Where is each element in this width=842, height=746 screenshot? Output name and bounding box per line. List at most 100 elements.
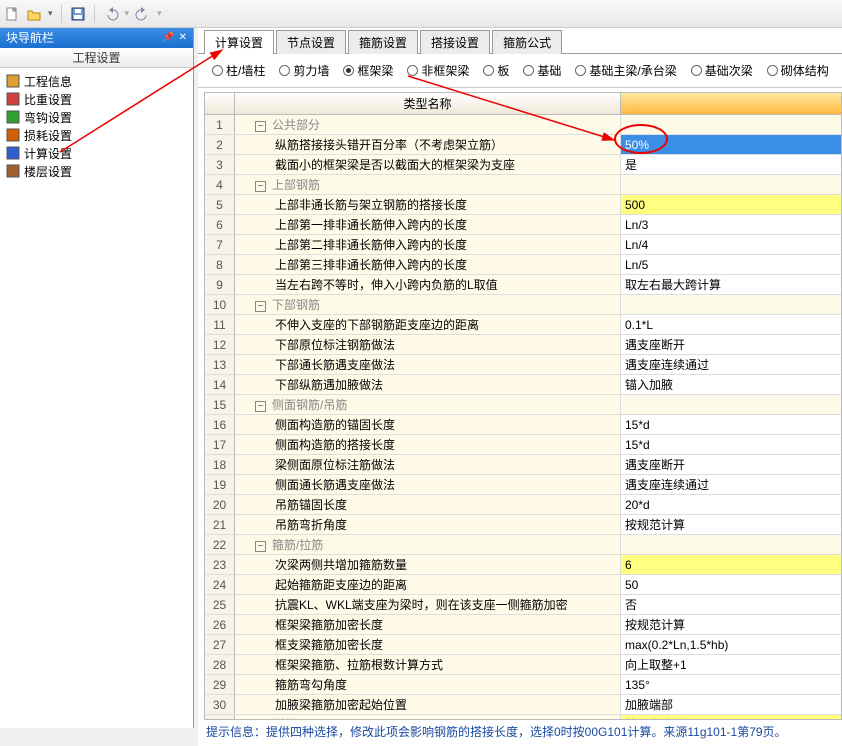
table-row[interactable]: 27框支梁箍筋加密长度max(0.2*Ln,1.5*hb) — [205, 635, 841, 655]
nav-item-calc[interactable]: 计算设置 — [6, 144, 187, 162]
tab-搭接设置[interactable]: 搭接设置 — [420, 30, 490, 54]
table-row[interactable]: 31拉筋配置按设定计算 — [205, 715, 841, 719]
row-number: 4 — [205, 175, 235, 194]
row-value[interactable] — [621, 295, 841, 314]
table-row[interactable]: 29箍筋弯勾角度135° — [205, 675, 841, 695]
radio-剪力墙[interactable]: 剪力墙 — [279, 62, 329, 79]
table-row[interactable]: 26框架梁箍筋加密长度按规范计算 — [205, 615, 841, 635]
table-row[interactable]: 15−侧面钢筋/吊筋 — [205, 395, 841, 415]
row-value[interactable]: 按规范计算 — [621, 615, 841, 634]
radio-板[interactable]: 板 — [483, 62, 509, 79]
row-value[interactable]: 6 — [621, 555, 841, 574]
row-value[interactable]: 20*d — [621, 495, 841, 514]
row-value[interactable] — [621, 535, 841, 554]
row-value[interactable]: 0.1*L — [621, 315, 841, 334]
row-number: 22 — [205, 535, 235, 554]
row-label: 上部非通长筋与架立钢筋的搭接长度 — [235, 195, 621, 214]
table-row[interactable]: 10−下部钢筋 — [205, 295, 841, 315]
row-value[interactable] — [621, 175, 841, 194]
table-row[interactable]: 20吊筋锚固长度20*d — [205, 495, 841, 515]
tab-计算设置[interactable]: 计算设置 — [204, 30, 274, 54]
radio-柱/墙柱[interactable]: 柱/墙柱 — [212, 62, 265, 79]
nav-item-proj[interactable]: 工程信息 — [6, 72, 187, 90]
row-value[interactable]: 遇支座断开 — [621, 335, 841, 354]
table-row[interactable]: 8上部第三排非通长筋伸入跨内的长度Ln/5 — [205, 255, 841, 275]
row-value[interactable]: Ln/4 — [621, 235, 841, 254]
pin-icon[interactable]: 📌 — [162, 28, 174, 48]
open-folder-icon[interactable] — [26, 6, 42, 22]
row-value[interactable]: 15*d — [621, 415, 841, 434]
row-value[interactable]: 否 — [621, 595, 841, 614]
panel-title: 块导航栏 — [6, 28, 54, 48]
tab-箍筋公式[interactable]: 箍筋公式 — [492, 30, 562, 54]
nav-item-loss[interactable]: 损耗设置 — [6, 126, 187, 144]
table-body[interactable]: 1−公共部分2纵筋搭接接头错开百分率（不考虑架立筋）50%3截面小的框架梁是否以… — [205, 115, 841, 719]
collapse-icon[interactable]: − — [255, 541, 266, 552]
row-value[interactable]: Ln/5 — [621, 255, 841, 274]
row-value[interactable] — [621, 115, 841, 134]
radio-基础[interactable]: 基础 — [523, 62, 561, 79]
row-value[interactable]: 500 — [621, 195, 841, 214]
tab-箍筋设置[interactable]: 箍筋设置 — [348, 30, 418, 54]
tab-节点设置[interactable]: 节点设置 — [276, 30, 346, 54]
table-row[interactable]: 11不伸入支座的下部钢筋距支座边的距离0.1*L — [205, 315, 841, 335]
row-value[interactable]: 遇支座连续通过 — [621, 355, 841, 374]
table-row[interactable]: 5上部非通长筋与架立钢筋的搭接长度500 — [205, 195, 841, 215]
redo-icon[interactable] — [135, 6, 151, 22]
row-value[interactable]: 锚入加腋 — [621, 375, 841, 394]
table-row[interactable]: 17侧面构造筋的搭接长度15*d — [205, 435, 841, 455]
table-row[interactable]: 2纵筋搭接接头错开百分率（不考虑架立筋）50% — [205, 135, 841, 155]
row-value[interactable]: 按规范计算 — [621, 515, 841, 534]
table-row[interactable]: 25抗震KL、WKL端支座为梁时，则在该支座一侧箍筋加密否 — [205, 595, 841, 615]
table-row[interactable]: 3截面小的框架梁是否以截面大的框架梁为支座是 — [205, 155, 841, 175]
collapse-icon[interactable]: − — [255, 301, 266, 312]
row-value[interactable]: 50 — [621, 575, 841, 594]
nav-item-floor[interactable]: 楼层设置 — [6, 162, 187, 180]
radio-框架梁[interactable]: 框架梁 — [343, 62, 393, 79]
row-value[interactable]: 取左右最大跨计算 — [621, 275, 841, 294]
table-row[interactable]: 28框架梁箍筋、拉筋根数计算方式向上取整+1 — [205, 655, 841, 675]
radio-砌体结构[interactable]: 砌体结构 — [767, 62, 829, 79]
row-value[interactable] — [621, 395, 841, 414]
row-value[interactable]: 135° — [621, 675, 841, 694]
table-row[interactable]: 4−上部钢筋 — [205, 175, 841, 195]
radio-基础次梁[interactable]: 基础次梁 — [691, 62, 753, 79]
row-value[interactable]: Ln/3 — [621, 215, 841, 234]
table-row[interactable]: 1−公共部分 — [205, 115, 841, 135]
table-row[interactable]: 7上部第二排非通长筋伸入跨内的长度Ln/4 — [205, 235, 841, 255]
row-value[interactable]: 加腋端部 — [621, 695, 841, 714]
nav-item-bend[interactable]: 弯钩设置 — [6, 108, 187, 126]
undo-icon[interactable] — [103, 6, 119, 22]
table-row[interactable]: 14下部纵筋遇加腋做法锚入加腋 — [205, 375, 841, 395]
collapse-icon[interactable]: − — [255, 401, 266, 412]
table-row[interactable]: 9当左右跨不等时，伸入小跨内负筋的L取值取左右最大跨计算 — [205, 275, 841, 295]
row-number: 28 — [205, 655, 235, 674]
row-value[interactable]: 是 — [621, 155, 841, 174]
row-value[interactable]: max(0.2*Ln,1.5*hb) — [621, 635, 841, 654]
nav-item-weight[interactable]: 比重设置 — [6, 90, 187, 108]
row-value[interactable]: 向上取整+1 — [621, 655, 841, 674]
table-row[interactable]: 16侧面构造筋的锚固长度15*d — [205, 415, 841, 435]
row-value[interactable]: 遇支座断开 — [621, 455, 841, 474]
row-value[interactable]: 50% — [621, 135, 841, 154]
table-row[interactable]: 24起始箍筋距支座边的距离50 — [205, 575, 841, 595]
row-value[interactable]: 遇支座连续通过 — [621, 475, 841, 494]
table-row[interactable]: 22−箍筋/拉筋 — [205, 535, 841, 555]
close-icon[interactable]: ✕ — [179, 28, 187, 48]
table-row[interactable]: 30加腋梁箍筋加密起始位置加腋端部 — [205, 695, 841, 715]
table-row[interactable]: 23次梁两侧共增加箍筋数量6 — [205, 555, 841, 575]
save-icon[interactable] — [70, 6, 86, 22]
table-row[interactable]: 18梁侧面原位标注筋做法遇支座断开 — [205, 455, 841, 475]
table-row[interactable]: 19侧面通长筋遇支座做法遇支座连续通过 — [205, 475, 841, 495]
table-row[interactable]: 12下部原位标注钢筋做法遇支座断开 — [205, 335, 841, 355]
radio-非框架梁[interactable]: 非框架梁 — [407, 62, 469, 79]
row-value[interactable]: 15*d — [621, 435, 841, 454]
table-row[interactable]: 6上部第一排非通长筋伸入跨内的长度Ln/3 — [205, 215, 841, 235]
collapse-icon[interactable]: − — [255, 181, 266, 192]
table-row[interactable]: 21吊筋弯折角度按规范计算 — [205, 515, 841, 535]
radio-基础主梁/承台梁[interactable]: 基础主梁/承台梁 — [575, 62, 676, 79]
table-row[interactable]: 13下部通长筋遇支座做法遇支座连续通过 — [205, 355, 841, 375]
collapse-icon[interactable]: − — [255, 121, 266, 132]
new-doc-icon[interactable] — [4, 6, 20, 22]
row-value[interactable]: 按设定计算 — [621, 715, 841, 719]
